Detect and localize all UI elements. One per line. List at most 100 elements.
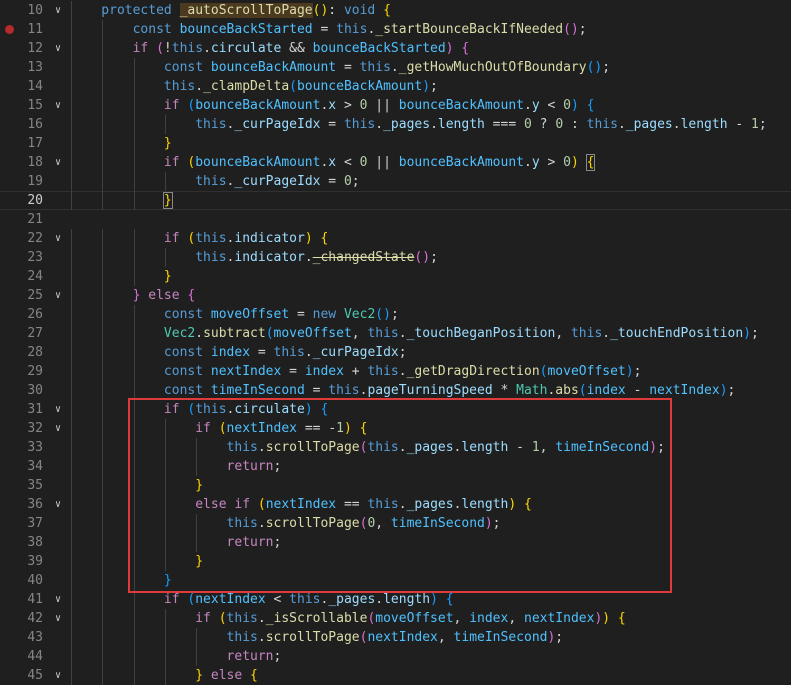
indent-guide [133,77,135,96]
code-line[interactable]: 26 const moveOffset = new Vec2(); [0,305,791,324]
code-line[interactable]: 27 Vec2.subtract(moveOffset, this._touchB… [0,324,791,343]
code-token: _touchEndPosition [610,326,744,341]
indent-guide [71,438,72,457]
indent-guide [71,552,72,571]
code-line[interactable]: 37 this.scrollToPage(0, timeInSecond); [0,514,791,533]
chevron-down-icon[interactable]: ∨ [51,229,65,248]
code-line[interactable]: 41 ∨ if (nextIndex < this._pages.length) { [0,590,791,609]
code-token: else [210,668,243,683]
chevron-down-icon[interactable]: ∨ [51,39,65,58]
code-line[interactable]: 16 this._curPageIdx = this._pages.length … [0,115,791,134]
code-token: else [148,288,180,303]
code-token: if [132,41,157,56]
chevron-down-icon[interactable]: ∨ [51,590,65,609]
code-line[interactable]: 23 this.indicator._changedState(); [0,248,791,267]
code-token: { [312,402,329,417]
code-token: ( [265,326,274,341]
indent-guide [102,324,104,343]
code-line[interactable]: 21 [0,210,791,229]
code-line[interactable]: 17} [0,134,791,153]
code-token: _startBounceBackIfNeeded [375,22,564,37]
code-token: ; [430,79,438,94]
code-line[interactable]: 24} [0,267,791,286]
code-text: protected _autoScrollToPage(): void { [101,1,391,20]
indent-guide [71,20,72,39]
code-line[interactable]: 45 ∨} else { [0,666,791,685]
code-token: - [625,383,650,398]
code-token: . [257,630,266,645]
code-line[interactable]: 19 this._curPageIdx = 0; [0,172,791,191]
code-token: ) [649,440,658,455]
code-token: } [163,573,172,588]
code-line[interactable]: 40} [0,571,791,590]
code-line[interactable]: 10 ∨ protected _autoScrollToPage(): void { [0,1,791,20]
code-token: . [304,345,313,360]
code-token: ) [508,497,517,512]
code-line[interactable]: 13 const bounceBackAmount = this._getHowM… [0,58,791,77]
code-token: . [523,155,532,170]
code-token: timeInSecond [555,440,650,455]
chevron-down-icon[interactable]: ∨ [51,286,65,305]
indent-guide [71,381,72,400]
code-line[interactable]: 18 ∨ if (bounceBackAmount.x < 0 || bounceB… [0,153,791,172]
code-line[interactable]: 39} [0,552,791,571]
indent-guide [102,77,104,96]
code-token: : [328,3,344,18]
code-editor[interactable]: 10 ∨ protected _autoScrollToPage(): void {… [0,0,791,685]
code-token: } [195,478,204,493]
indent-guide [102,134,104,153]
code-line[interactable]: 42 ∨ if (this._isScrollable(moveOffset, in… [0,609,791,628]
chevron-down-icon[interactable]: ∨ [51,96,65,115]
code-line[interactable]: 38 return; [0,533,791,552]
code-line[interactable]: 43 this.scrollToPage(nextIndex, timeInSec… [0,628,791,647]
code-line[interactable]: 14 this._clampDelta(bounceBackAmount); [0,77,791,96]
code-line[interactable]: 32 ∨ if (nextIndex == -1) { [0,419,791,438]
line-number: 15 [27,98,43,113]
code-token: ? [531,117,556,132]
code-line[interactable]: 30 const timeInSecond = this.pageTurningS… [0,381,791,400]
code-text: if (nextIndex < this._pages.length) { [164,590,454,609]
code-line[interactable]: 33 this.scrollToPage(this._pages.length -… [0,438,791,457]
chevron-down-icon[interactable]: ∨ [51,495,65,514]
code-token: - [508,440,532,455]
chevron-down-icon[interactable]: ∨ [51,153,65,172]
code-line[interactable]: 44 return; [0,647,791,666]
code-line[interactable]: 36 ∨ else if (nextIndex == this._pages.len… [0,495,791,514]
code-token: . [304,250,313,265]
line-number: 37 [27,516,43,531]
code-token: = [336,60,360,75]
chevron-down-icon[interactable]: ∨ [51,1,65,20]
indent-guide [71,590,72,609]
code-token: this [289,592,321,607]
chevron-down-icon[interactable]: ∨ [51,400,65,419]
code-token: this [226,440,258,455]
code-line[interactable]: 11 const bounceBackStarted = this._startB… [0,20,791,39]
code-line[interactable]: 35} [0,476,791,495]
code-token: _changedState [312,250,415,265]
code-line[interactable]: 15 ∨ if (bounceBackAmount.x > 0 || bounceB… [0,96,791,115]
chevron-down-icon[interactable]: ∨ [51,419,65,438]
line-number: 17 [27,136,43,151]
code-line[interactable]: 20} [0,191,791,210]
chevron-down-icon[interactable]: ∨ [51,666,65,685]
code-line[interactable]: 31 ∨ if (this.circulate) { [0,400,791,419]
code-text: Vec2.subtract(moveOffset, this._touchBeg… [164,324,759,343]
code-token: ) [445,41,454,56]
line-number: 43 [27,630,43,645]
code-token: _pages [406,497,454,512]
code-line[interactable]: 34 return; [0,457,791,476]
code-line[interactable]: 22 ∨ if (this.indicator) { [0,229,791,248]
code-token: ; [351,174,360,189]
code-text: else if (nextIndex == this._pages.length… [195,495,532,514]
code-line[interactable]: 29 const nextIndex = index + this._getDra… [0,362,791,381]
code-text: } [195,552,203,571]
chevron-down-icon[interactable]: ∨ [51,609,65,628]
code-token: . [195,79,204,94]
indent-guide [102,419,104,438]
code-token: 1 [336,421,344,436]
code-line[interactable]: 25 ∨} else { [0,286,791,305]
code-line[interactable]: 28 const index = this._curPageIdx; [0,343,791,362]
code-line[interactable]: 12 ∨ if (!this.circulate && bounceBackStar… [0,39,791,58]
line-number: 25 [27,288,43,303]
code-token: { [351,421,368,436]
